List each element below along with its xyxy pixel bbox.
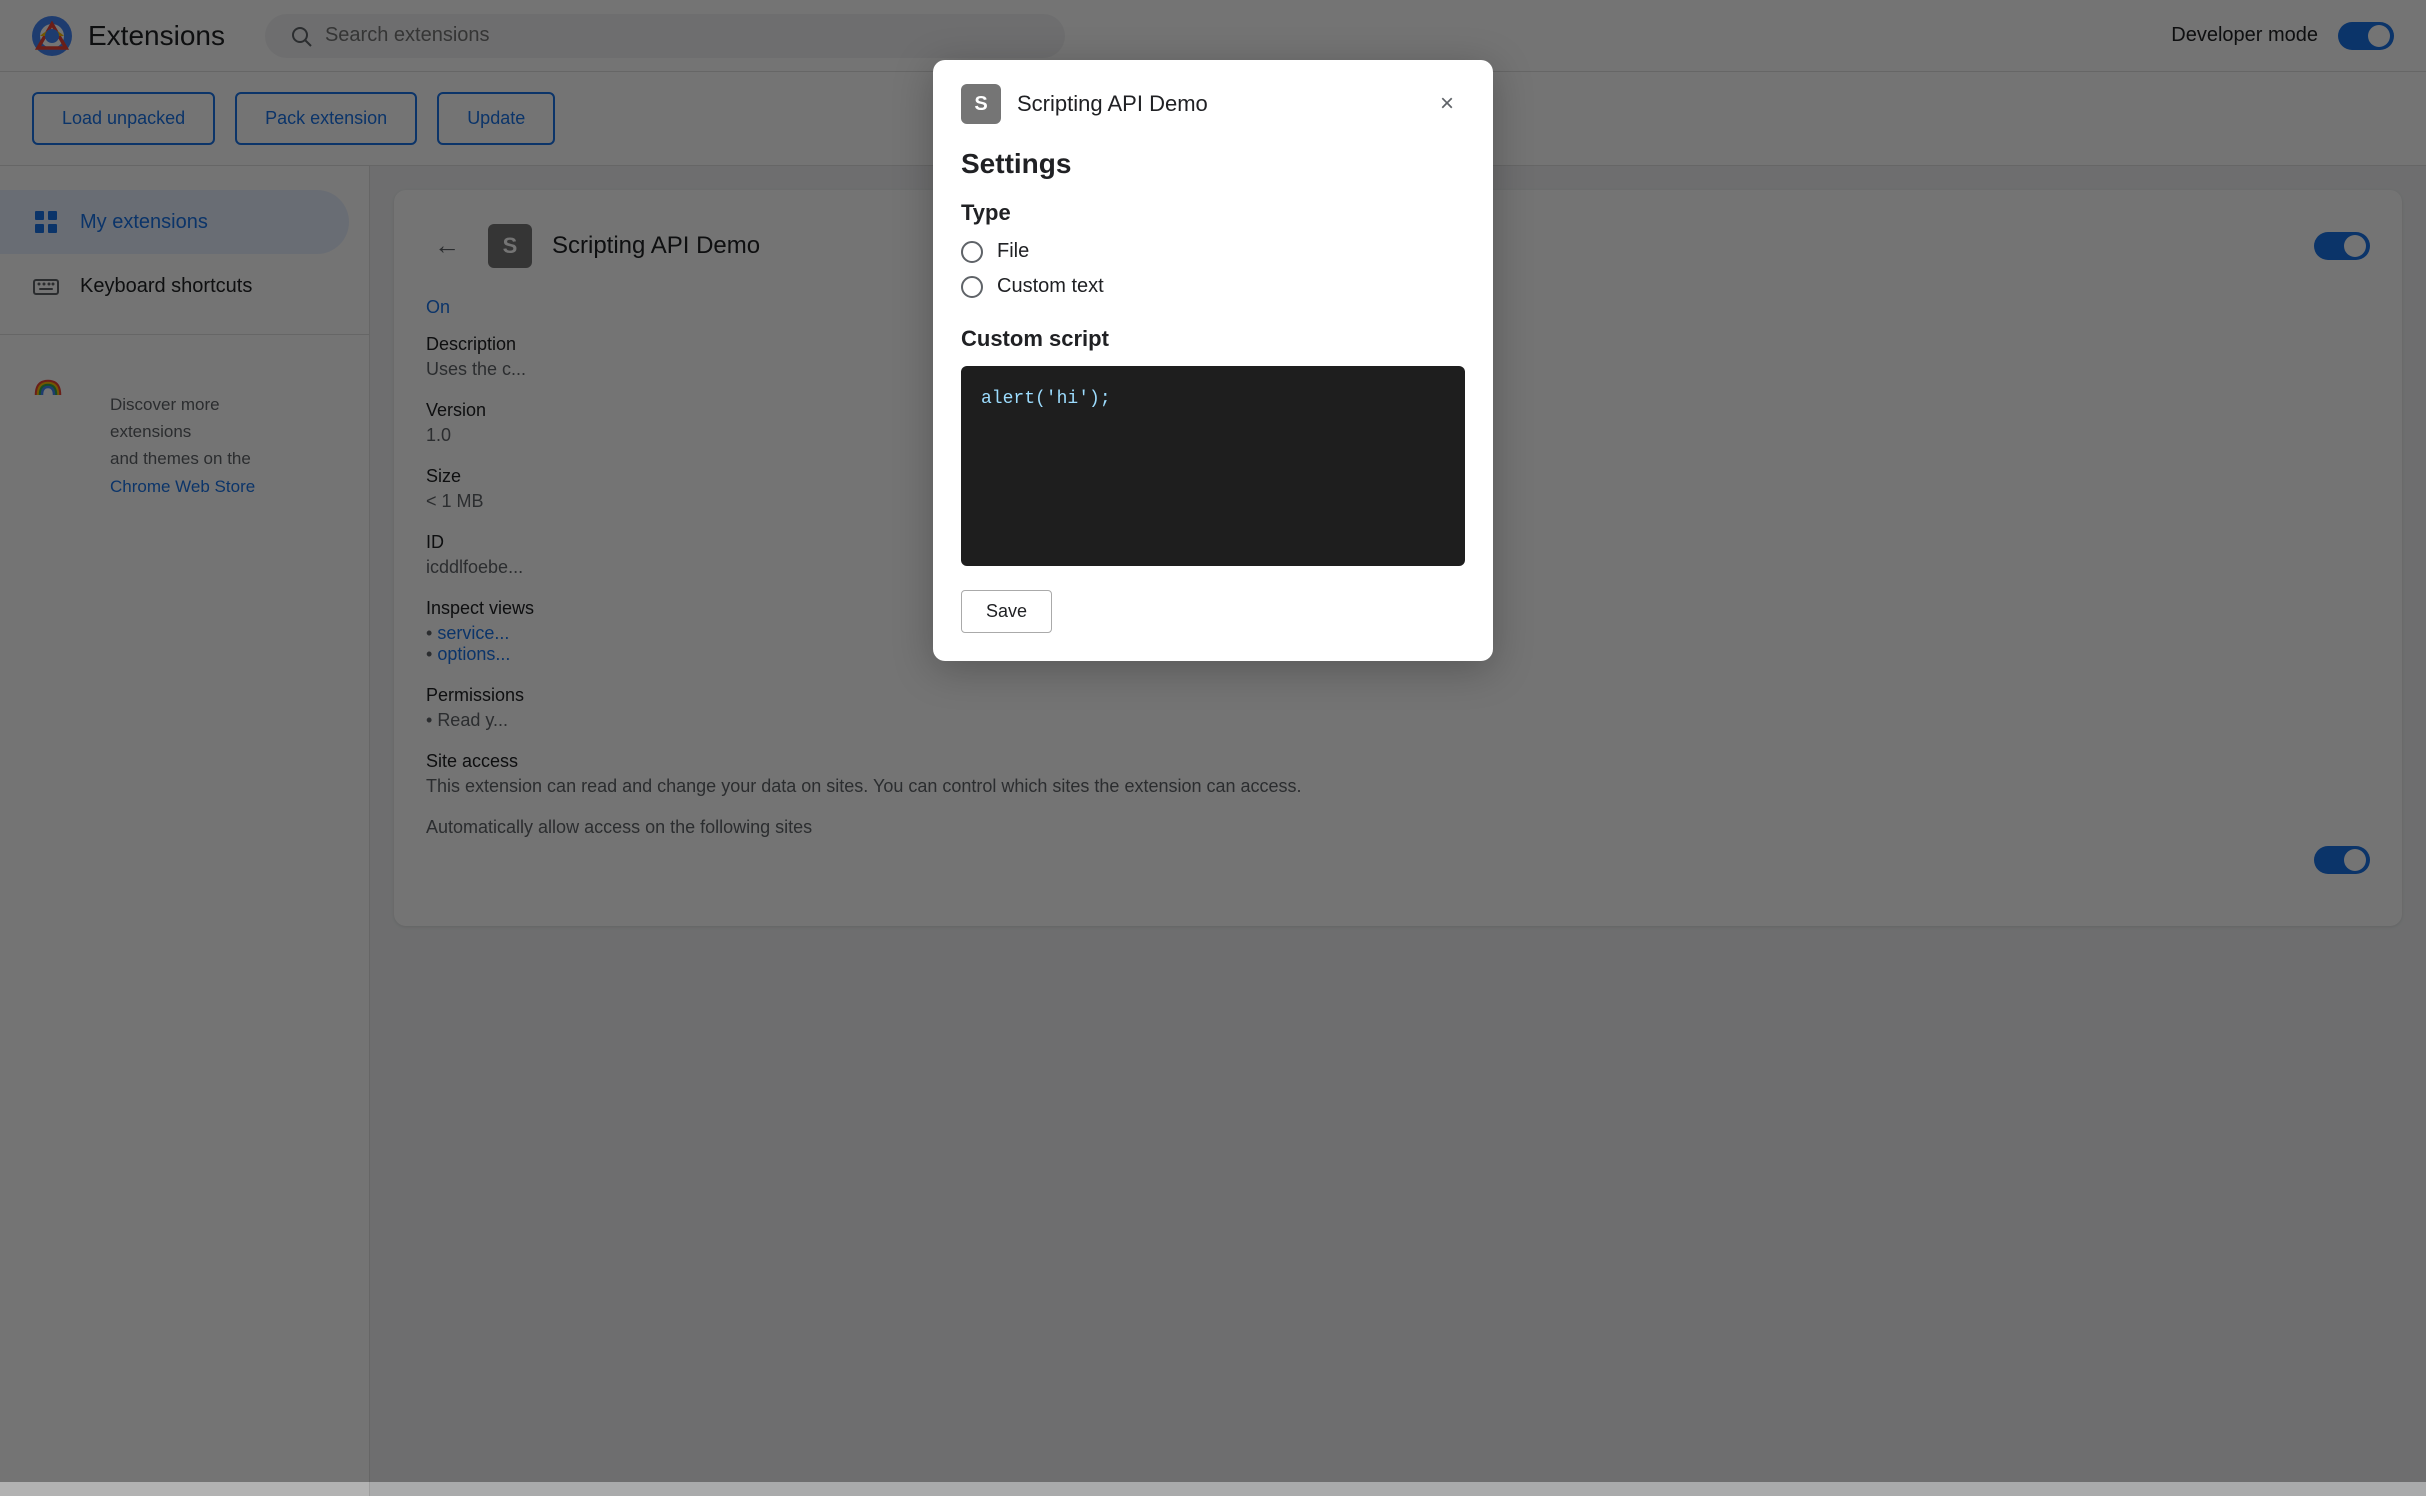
modal-header: S Scripting API Demo × (933, 60, 1493, 140)
settings-heading: Settings (961, 148, 1465, 180)
modal-extension-name: Scripting API Demo (1017, 91, 1208, 117)
radio-circle-file (961, 241, 983, 263)
save-button[interactable]: Save (961, 590, 1052, 633)
modal-overlay[interactable]: S Scripting API Demo × Settings Type Fil… (0, 0, 2426, 1482)
radio-custom-text[interactable]: Custom text (961, 275, 1465, 298)
modal-body: Settings Type File Custom text Custom sc… (933, 140, 1493, 661)
modal-close-button[interactable]: × (1429, 86, 1465, 122)
radio-label-custom-text: Custom text (997, 275, 1104, 298)
custom-script-heading: Custom script (961, 326, 1465, 352)
radio-label-file: File (997, 240, 1029, 263)
radio-circle-custom-text (961, 276, 983, 298)
type-heading: Type (961, 200, 1465, 226)
code-content: alert('hi'); (981, 389, 1111, 409)
type-radio-group: File Custom text (961, 240, 1465, 298)
radio-file[interactable]: File (961, 240, 1465, 263)
settings-modal: S Scripting API Demo × Settings Type Fil… (933, 60, 1493, 661)
code-editor[interactable]: alert('hi'); (961, 366, 1465, 566)
modal-extension-icon: S (961, 84, 1001, 124)
